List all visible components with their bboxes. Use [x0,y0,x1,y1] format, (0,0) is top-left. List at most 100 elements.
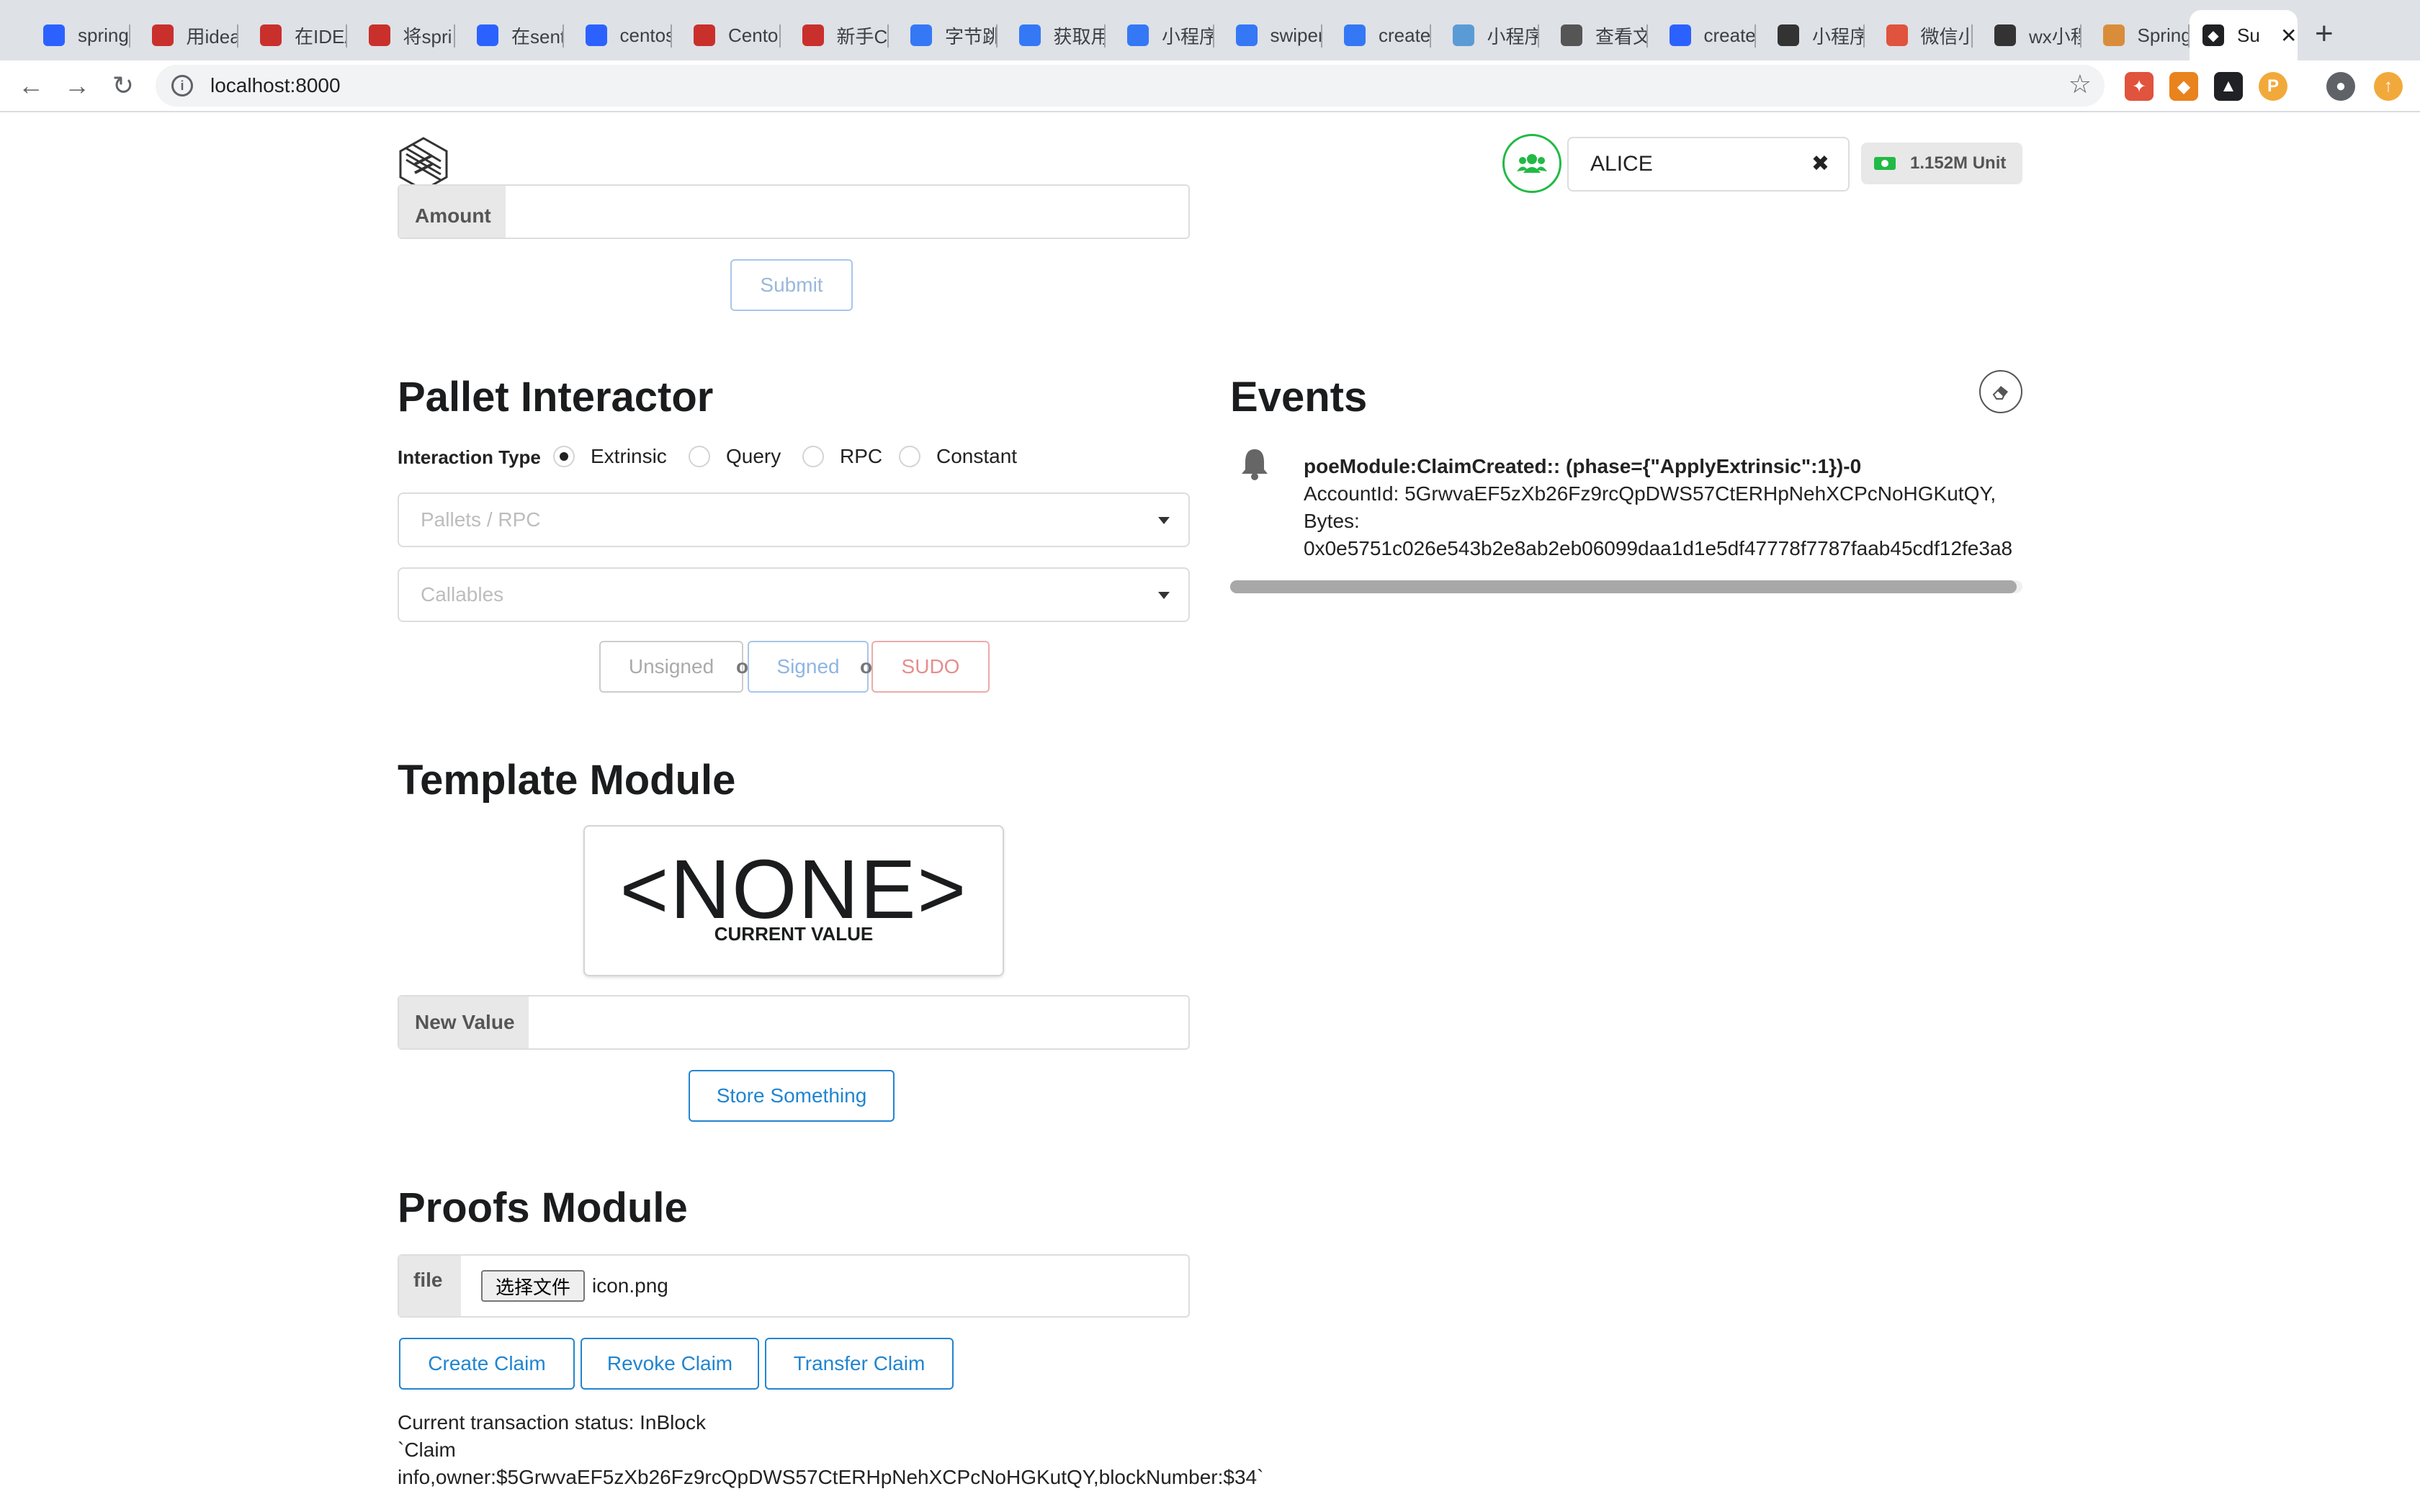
diamond-icon [1127,24,1149,46]
eraser-icon [1992,386,2008,400]
submit-button[interactable]: Submit [730,259,853,311]
diamond-icon [910,24,932,46]
csdn-icon [260,24,282,46]
radio-rpc[interactable]: RPC [802,445,882,468]
url-text[interactable]: localhost:8000 [210,74,341,97]
account-copy-button[interactable] [1502,134,1561,193]
callables-dropdown[interactable]: Callables [398,567,1190,622]
store-something-button[interactable]: Store Something [689,1070,895,1122]
new-value-field[interactable]: New Value [398,995,1190,1050]
browser-tab[interactable]: 查看文 [1539,10,1648,60]
transfer-claim-button[interactable]: Transfer Claim [765,1338,954,1390]
profile-icon[interactable]: ● [2326,72,2355,101]
mini-icon [1778,24,1799,46]
revoke-claim-button[interactable]: Revoke Claim [581,1338,759,1390]
radio-label: Query [726,445,781,467]
new-tab-button[interactable]: + [2315,16,2334,52]
paw-icon [477,24,498,46]
current-value: <NONE> [619,842,968,936]
tab-label: 获取用 [1053,25,1106,48]
pallet-interactor-title: Pallet Interactor [398,374,714,420]
grid-icon [1452,24,1474,46]
claim-info-owner: info,owner:$5GrwvaEF5zXb26Fz9rcQpDWS57Ct… [398,1466,1264,1488]
tab-label: 小程序 [1487,25,1540,48]
event-bytes-label: Bytes: [1304,510,1360,532]
file-name: icon.png [592,1274,668,1297]
radio-label: RPC [840,445,883,467]
browser-tab[interactable]: Cento [672,10,781,60]
browser-tab[interactable]: spring [22,10,130,60]
tab-label: 在IDEA [295,25,347,48]
tab-label: spring [78,24,129,46]
dark-ext-icon[interactable]: ▲ [2214,72,2243,101]
reload-button[interactable]: ↻ [105,68,141,104]
browser-tab[interactable]: wx小程 [1973,10,2081,60]
browser-tab[interactable]: 在IDEA [238,10,347,60]
transaction-status: Current transaction status: InBlock [398,1411,706,1434]
amount-field[interactable]: Amount [398,184,1190,239]
events-title: Events [1230,374,1368,420]
doc-icon [1886,24,1908,46]
account-select[interactable]: ALICE ✖ [1567,137,1850,192]
close-tab-icon[interactable]: ✕ [2280,24,2297,48]
browser-tab[interactable]: 字节跳 [889,10,998,60]
site-info-icon[interactable]: i [171,75,193,96]
file-label: file [399,1256,461,1316]
pallets-placeholder: Pallets / RPC [421,508,541,531]
browser-tab[interactable]: create [1648,10,1756,60]
browser-tab[interactable]: 用idea [130,10,238,60]
scrollbar-thumb[interactable] [1230,580,2017,593]
browser-tab[interactable]: 小程序 [1756,10,1865,60]
tab-label: centos [619,24,673,46]
mini-icon [1994,24,2016,46]
browser-tab[interactable]: 小程序 [1106,10,1214,60]
clear-events-button[interactable] [1979,370,2022,413]
create-claim-button[interactable]: Create Claim [399,1338,575,1390]
radio-constant[interactable]: Constant [899,445,1017,468]
unsigned-button[interactable]: Unsigned [599,641,743,693]
browser-tab[interactable]: 在sent [455,10,564,60]
bookmark-star-icon[interactable]: ☆ [2069,69,2092,99]
new-value-input[interactable] [532,996,1187,1048]
browser-tab[interactable]: swiper [1214,10,1322,60]
radio-extrinsic[interactable]: Extrinsic [553,445,667,468]
update-icon[interactable]: ↑ [2374,72,2403,101]
browser-tab[interactable]: 微信小 [1865,10,1973,60]
page-content: ALICE ✖ 1.152M Unit Amount Submit Pallet… [0,112,2420,1512]
p-ext-icon[interactable]: P [2259,72,2287,101]
metamask-ext-icon[interactable]: ◆ [2169,72,2198,101]
radio-label: Constant [936,445,1018,467]
network-ext-icon[interactable]: ✦ [2125,72,2154,101]
browser-tab[interactable]: centos [564,10,673,60]
browser-tab[interactable]: 小程序 [1431,10,1540,60]
forward-button[interactable]: → [59,68,95,104]
tab-label: 将spri [403,25,452,48]
tab-label: 新手C [836,25,888,48]
radio-dot[interactable] [899,446,920,467]
radio-dot[interactable] [689,446,710,467]
event-bytes-value: 0x0e5751c026e543b2e8ab2eb06099daa1d1e5df… [1304,537,2013,559]
tab-label: 小程序 [1812,25,1865,48]
browser-tab[interactable]: 获取用 [998,10,1106,60]
tab-label: 在sent [511,25,564,48]
radio-dot-selected[interactable] [553,446,575,467]
browser-tab[interactable]: 新手C [781,10,889,60]
tab-active[interactable]: ◆ Su ✕ [2190,10,2298,60]
sudo-button[interactable]: SUDO [871,641,990,693]
events-scrollbar[interactable] [1230,580,2022,593]
radio-dot[interactable] [802,446,824,467]
tab-label: create [1703,24,1756,46]
browser-tab[interactable]: create [1322,10,1431,60]
clear-account-icon[interactable]: ✖ [1811,151,1829,176]
address-bar[interactable]: i localhost:8000 ☆ [156,65,2105,107]
browser-tab[interactable]: 将spri [347,10,455,60]
amount-label: Amount [399,186,506,238]
browser-tab[interactable]: Spring [2081,10,2190,60]
choose-file-button[interactable]: 选择文件 [481,1270,585,1302]
pallets-dropdown[interactable]: Pallets / RPC [398,492,1190,547]
radio-query[interactable]: Query [689,445,781,468]
caret-down-icon [1158,517,1170,524]
signed-button[interactable]: Signed [748,641,869,693]
radio-label: Extrinsic [591,445,667,467]
back-button[interactable]: ← [13,68,49,104]
